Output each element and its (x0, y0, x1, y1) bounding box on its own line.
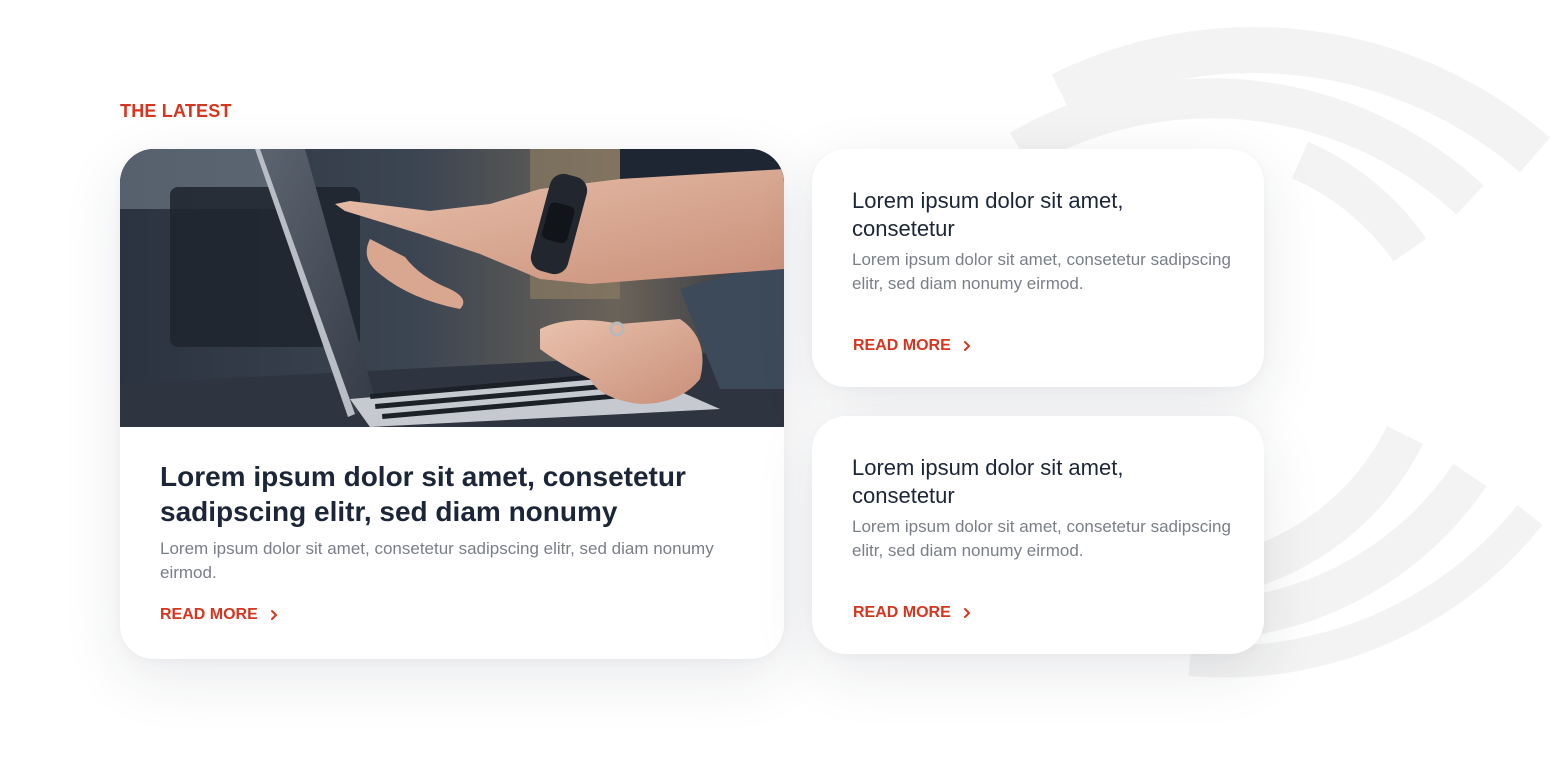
article-title[interactable]: Lorem ipsum dolor sit amet, consetetur (852, 454, 1222, 510)
featured-read-more-link[interactable]: READ MORE (160, 606, 280, 624)
article-excerpt: Lorem ipsum dolor sit amet, consetetur s… (852, 517, 1231, 560)
featured-article-card[interactable]: Lorem ipsum dolor sit amet, consetetur s… (120, 149, 784, 659)
page: THE LATEST Lorem ipsum dolor sit amet, c… (0, 0, 1553, 782)
read-more-label: READ MORE (160, 606, 258, 623)
read-more-label: READ MORE (853, 337, 951, 354)
laptop-photo (120, 149, 784, 427)
article-title[interactable]: Lorem ipsum dolor sit amet, consetetur (852, 187, 1222, 243)
article-card[interactable]: Lorem ipsum dolor sit amet, consetetur L… (812, 149, 1264, 387)
read-more-link[interactable]: READ MORE (853, 337, 973, 355)
chevron-right-icon (963, 341, 970, 351)
featured-title[interactable]: Lorem ipsum dolor sit amet, consetetur s… (160, 459, 750, 529)
read-more-link[interactable]: READ MORE (853, 604, 973, 622)
featured-excerpt: Lorem ipsum dolor sit amet, consetetur s… (160, 539, 714, 582)
section-label: THE LATEST (120, 101, 232, 121)
chevron-right-icon (963, 608, 970, 618)
featured-image[interactable] (120, 149, 784, 427)
read-more-label: READ MORE (853, 604, 951, 621)
chevron-right-icon (270, 610, 277, 620)
article-card[interactable]: Lorem ipsum dolor sit amet, consetetur L… (812, 416, 1264, 654)
article-excerpt: Lorem ipsum dolor sit amet, consetetur s… (852, 250, 1231, 293)
